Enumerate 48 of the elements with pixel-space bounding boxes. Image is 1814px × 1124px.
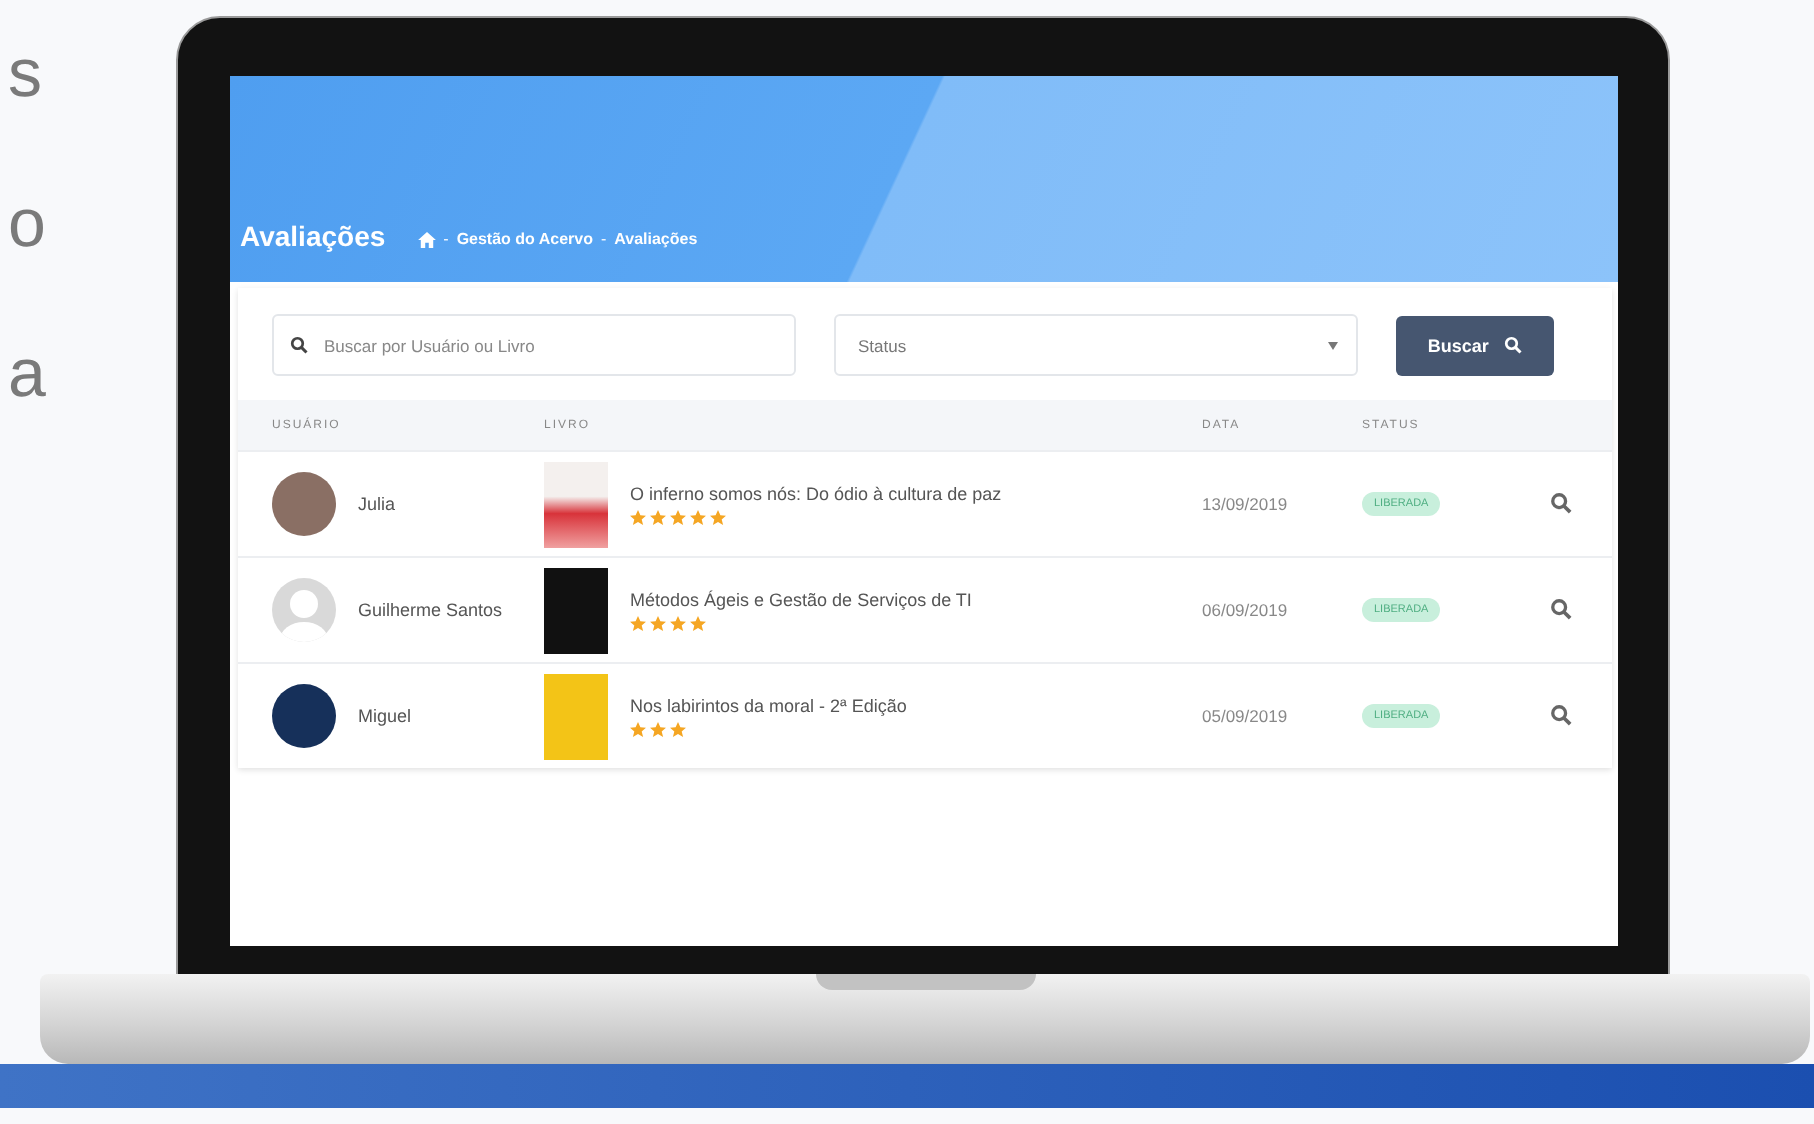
- search-icon: [1504, 336, 1523, 354]
- book-title: Nos labirintos da moral - 2ª Edição: [630, 695, 907, 715]
- star-icon: [690, 615, 706, 631]
- date-text: 05/09/2019: [1202, 706, 1290, 726]
- star-icon: [650, 721, 666, 737]
- breadcrumb-link[interactable]: Gestão do Acervo: [456, 230, 593, 248]
- home-icon[interactable]: [417, 231, 436, 247]
- date-text: 13/09/2019: [1202, 494, 1290, 514]
- book-title: O inferno somos nós: Do ódio à cultura de paz: [630, 483, 1002, 503]
- avatar-placeholder: [272, 684, 336, 748]
- breadcrumb-separator: -: [600, 230, 607, 248]
- search-icon: [290, 336, 308, 354]
- cropped-text: s: [6, 34, 44, 116]
- star-icon: [710, 509, 726, 525]
- book-cover-placeholder: [544, 673, 608, 759]
- status-select[interactable]: Status: [834, 314, 1359, 376]
- user-name: Guilherme Santos: [358, 600, 503, 620]
- star-icon: [670, 509, 686, 525]
- avatar-placeholder: [272, 472, 336, 536]
- caret-icon: [1328, 341, 1339, 349]
- star-icon: [650, 615, 666, 631]
- cropped-text: a: [6, 334, 48, 416]
- search-icon: [1550, 598, 1572, 620]
- breadcrumb-link[interactable]: Avaliações: [614, 230, 698, 248]
- star-icon: [670, 721, 686, 737]
- star-icon: [630, 721, 646, 737]
- view-button[interactable]: [1550, 598, 1574, 622]
- date-text: 06/09/2019: [1202, 600, 1290, 620]
- star-icon: [630, 509, 646, 525]
- avatar-silhouette: [272, 578, 336, 642]
- breadcrumb-separator: -: [443, 230, 449, 248]
- user-name: Julia: [358, 494, 396, 514]
- book-cover-placeholder: [544, 461, 608, 547]
- view-button[interactable]: [1550, 492, 1574, 516]
- star-icon: [650, 509, 666, 525]
- search-field[interactable]: Buscar por Usuário ou Livro: [272, 314, 796, 376]
- star-icon: [670, 615, 686, 631]
- view-button[interactable]: [1550, 704, 1574, 728]
- star-icon: [690, 509, 706, 525]
- page-title: Avaliações: [240, 220, 386, 252]
- star-icon: [630, 615, 646, 631]
- user-name: Miguel: [358, 706, 412, 726]
- search-button[interactable]: Buscar: [1396, 315, 1554, 375]
- search-icon: [1550, 704, 1572, 726]
- book-title: Métodos Ágeis e Gestão de Serviços de TI: [630, 589, 972, 609]
- cropped-text: o: [6, 184, 48, 266]
- book-cover-placeholder: [544, 567, 608, 653]
- search-icon: [1550, 492, 1572, 514]
